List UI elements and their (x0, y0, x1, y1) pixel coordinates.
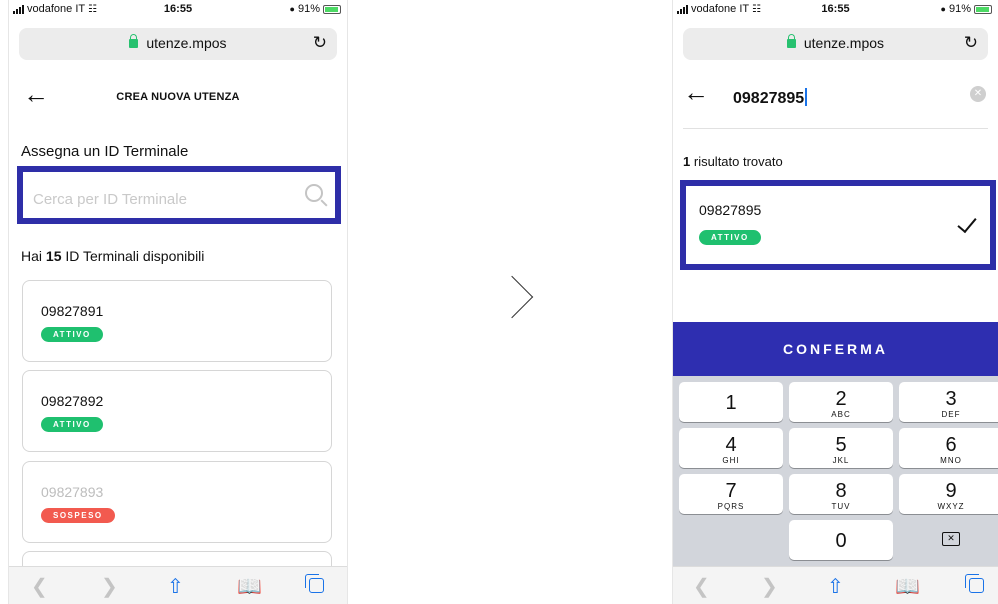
numeric-keypad: 1 2 ABC 3 DEF 4 GHI 5 JKL 6 MNO 7 PQRS 8… (673, 376, 998, 566)
chevron-right-icon (490, 275, 534, 319)
url-bar[interactable]: utenze.mpos ↻ (19, 28, 337, 60)
confirm-button[interactable]: CONFERMA (673, 322, 998, 376)
url-domain: utenze.mpos (803, 35, 885, 51)
keypad-key-8[interactable]: 8 TUV (789, 474, 893, 514)
section-title: Assegna un ID Terminale (21, 143, 189, 160)
keypad-key-2[interactable]: 2 ABC (789, 382, 893, 422)
phone-screen-right: vodafone IT ☷ 16:55 ● 91% utenze.mpos ↻ … (672, 0, 998, 604)
search-result-item[interactable]: 09827895 ATTIVO (680, 180, 996, 270)
nav-forward-icon[interactable]: ❯ (761, 574, 778, 599)
keypad-key-4[interactable]: 4 GHI (679, 428, 783, 468)
status-badge: ATTIVO (699, 230, 761, 245)
available-count: 15 (45, 248, 62, 264)
backspace-key[interactable]: ✕ (899, 520, 998, 560)
battery-icon (974, 4, 992, 14)
share-icon[interactable]: ⇧ (167, 574, 184, 599)
search-icon (305, 184, 323, 202)
keypad-key-6[interactable]: 6 MNO (899, 428, 998, 468)
search-placeholder: Cerca per ID Terminale (33, 191, 187, 208)
search-value: 09827895 (733, 90, 805, 107)
result-count-text: 1 risultato trovato (683, 154, 783, 169)
battery-percentage: 91% (948, 3, 971, 15)
divider (683, 128, 988, 129)
terminal-id: 09827893 (41, 484, 104, 500)
url-domain: utenze.mpos (146, 35, 227, 51)
page-title: CREA NUOVA UTENZA (116, 91, 240, 103)
clear-icon[interactable]: ✕ (970, 86, 986, 102)
status-badge: ATTIVO (41, 327, 103, 342)
status-bar: vodafone IT ☷ 16:55 ● 91% (9, 0, 347, 22)
search-input[interactable]: Cerca per ID Terminale (17, 166, 341, 224)
terminal-id: 09827892 (41, 393, 104, 409)
backspace-icon: ✕ (942, 532, 960, 546)
safari-toolbar: ❮ ❯ ⇧ 📖 (9, 566, 347, 604)
tabs-icon[interactable] (305, 574, 324, 593)
back-arrow-icon[interactable]: ← (683, 79, 709, 105)
check-icon (957, 212, 977, 234)
reload-icon[interactable]: ↻ (964, 33, 978, 53)
lock-icon (786, 34, 796, 48)
status-bar: vodafone IT ☷ 16:55 ● 91% (673, 0, 998, 22)
phone-screen-left: vodafone IT ☷ 16:55 ● 91% utenze.mpos ↻ … (8, 0, 348, 604)
alarm-icon: ● (940, 4, 946, 14)
keypad-key-1[interactable]: 1 (679, 382, 783, 422)
result-count: 1 (683, 154, 691, 169)
nav-forward-icon[interactable]: ❯ (101, 574, 118, 599)
terminal-card[interactable]: 09827891 ATTIVO (22, 280, 332, 362)
terminal-card[interactable]: 09827893 SOSPESO (22, 461, 332, 543)
search-input[interactable]: 09827895 (733, 88, 808, 108)
tabs-icon[interactable] (965, 574, 984, 593)
nav-back-icon[interactable]: ❮ (693, 574, 710, 599)
book-icon[interactable]: 📖 (237, 574, 262, 599)
battery-icon (323, 4, 341, 14)
safari-toolbar: ❮ ❯ ⇧ 📖 (673, 566, 998, 604)
nav-back-icon[interactable]: ❮ (31, 574, 48, 599)
reload-icon[interactable]: ↻ (313, 33, 327, 53)
keypad-key-9[interactable]: 9 WXYZ (899, 474, 998, 514)
text-caret (805, 88, 808, 106)
terminal-card[interactable]: 09827892 ATTIVO (22, 370, 332, 452)
keypad-key-3[interactable]: 3 DEF (899, 382, 998, 422)
terminal-id: 09827895 (699, 202, 762, 218)
available-terminals-text: Hai 15 ID Terminali disponibili (21, 248, 205, 264)
keypad-key-7[interactable]: 7 PQRS (679, 474, 783, 514)
status-badge: SOSPESO (41, 508, 115, 523)
status-badge: ATTIVO (41, 417, 103, 432)
alarm-icon: ● (289, 4, 295, 14)
keypad-key-5[interactable]: 5 JKL (789, 428, 893, 468)
url-bar[interactable]: utenze.mpos ↻ (683, 28, 988, 60)
lock-icon (129, 34, 139, 48)
share-icon[interactable]: ⇧ (827, 574, 844, 599)
keypad-key-0[interactable]: 0 (789, 520, 893, 560)
book-icon[interactable]: 📖 (895, 574, 920, 599)
terminal-id: 09827891 (41, 303, 104, 319)
battery-percentage: 91% (297, 3, 320, 15)
